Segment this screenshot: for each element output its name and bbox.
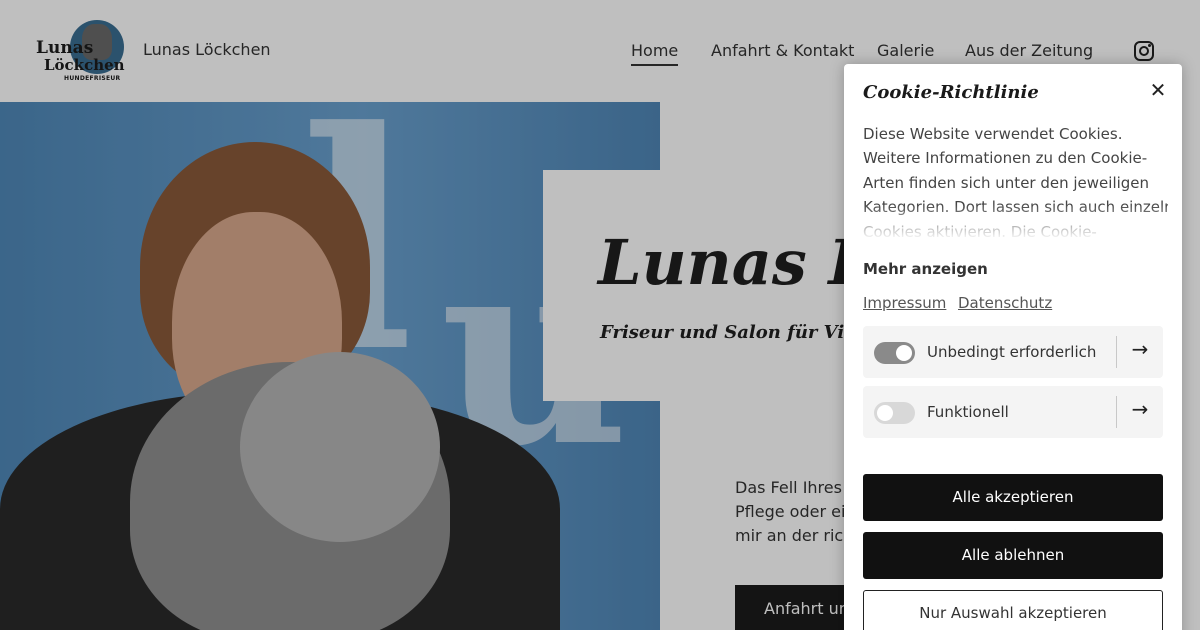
cookie-description-line: Cookies aktivieren. Die Cookie- (863, 222, 1097, 240)
divider (1116, 336, 1117, 368)
cookie-description-line: Weitere Informationen zu den Cookie- (863, 149, 1148, 168)
arrow-right-icon[interactable]: → (1127, 337, 1153, 365)
essential-toggle[interactable] (874, 342, 915, 364)
cookie-description-line: Kategorien. Dort lassen sich auch einzel… (863, 198, 1168, 217)
functional-toggle[interactable] (874, 402, 915, 424)
cookie-category-functional: Funktionell → (863, 386, 1163, 438)
cookie-description-line: Arten finden sich unter den jeweiligen (863, 173, 1150, 192)
accept-selection-button[interactable]: Nur Auswahl akzeptieren (863, 590, 1163, 630)
cookie-description: Diese Website verwendet Cookies. Weitere… (863, 122, 1168, 240)
arrow-right-icon[interactable]: → (1127, 397, 1153, 425)
cookie-category-essential: Unbedingt erforderlich → (863, 326, 1163, 378)
cookie-dialog-title: Cookie-Richtlinie (863, 82, 1039, 103)
close-icon[interactable]: ✕ (1146, 78, 1170, 102)
cookie-category-label: Unbedingt erforderlich (927, 343, 1097, 361)
datenschutz-link[interactable]: Datenschutz (958, 294, 1052, 312)
divider (1116, 396, 1117, 428)
impressum-link[interactable]: Impressum (863, 294, 946, 312)
reject-all-button[interactable]: Alle ablehnen (863, 532, 1163, 579)
show-more-link[interactable]: Mehr anzeigen (863, 260, 988, 278)
accept-all-button[interactable]: Alle akzeptieren (863, 474, 1163, 521)
toggle-knob (896, 345, 912, 361)
cookie-description-line: Diese Website verwendet Cookies. (863, 125, 1123, 143)
cookie-dialog: Cookie-Richtlinie ✕ Diese Website verwen… (844, 64, 1182, 630)
toggle-knob (877, 405, 893, 421)
cookie-category-label: Funktionell (927, 403, 1009, 421)
